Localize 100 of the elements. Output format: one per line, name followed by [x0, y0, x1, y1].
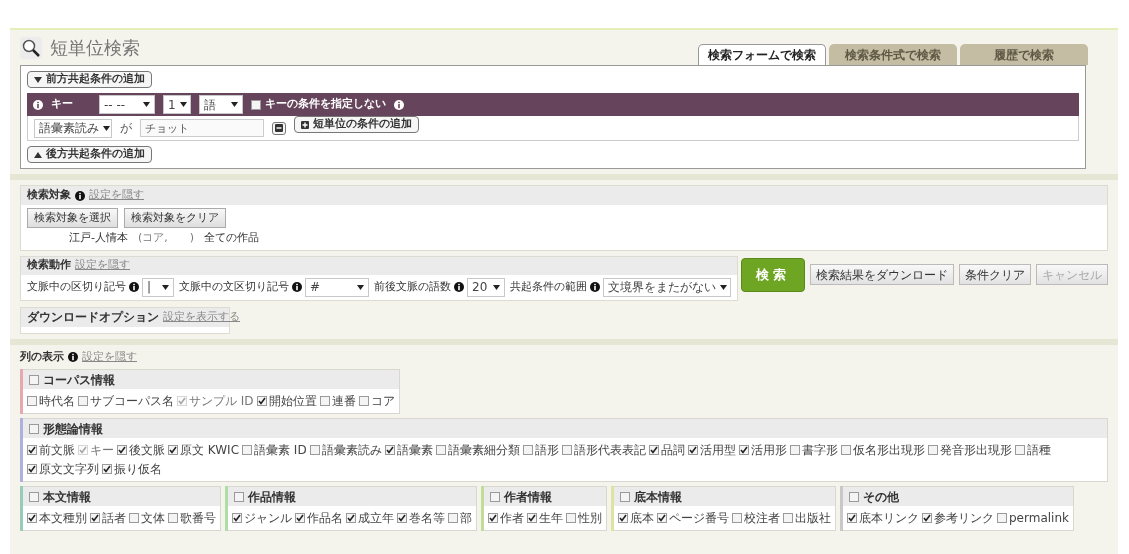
- checkbox[interactable]: [27, 445, 37, 455]
- checkbox[interactable]: [29, 491, 39, 502]
- checkbox[interactable]: [234, 491, 244, 502]
- tab[interactable]: 検索フォームで検索: [698, 44, 826, 65]
- checkbox[interactable]: [997, 513, 1007, 523]
- add-after-button[interactable]: 後方共起条件の追加: [27, 146, 152, 163]
- checkbox-label: 文体: [141, 510, 165, 527]
- checkbox[interactable]: [295, 513, 305, 523]
- add-before-button[interactable]: 前方共起条件の追加: [27, 71, 152, 88]
- add-unit-button[interactable]: 短単位の条件の追加: [294, 116, 419, 133]
- checkbox-label: 振り仮名: [114, 461, 162, 478]
- group-title: その他: [863, 488, 899, 506]
- option-label: 文脈中の区切り記号: [27, 278, 126, 295]
- range-select[interactable]: -- --: [99, 95, 155, 114]
- checkbox[interactable]: [242, 445, 253, 455]
- checkbox[interactable]: [358, 396, 369, 406]
- checkbox[interactable]: [90, 513, 100, 523]
- remove-button[interactable]: [272, 121, 286, 135]
- checkbox-label: キー: [90, 442, 114, 459]
- checkbox-label: 参考リンク: [934, 510, 994, 527]
- checkbox[interactable]: [490, 491, 500, 502]
- checkbox[interactable]: [309, 445, 320, 455]
- option-select[interactable]: #: [305, 277, 369, 297]
- checkbox[interactable]: [27, 464, 37, 474]
- checkbox[interactable]: [102, 464, 112, 474]
- section-title: ダウンロードオプション: [27, 309, 159, 326]
- checkbox[interactable]: [738, 445, 749, 455]
- checkbox[interactable]: [657, 513, 667, 523]
- option-label: 文脈中の文区切り記号: [179, 278, 289, 295]
- checkbox[interactable]: [566, 513, 576, 523]
- checkbox[interactable]: [232, 513, 242, 523]
- checkbox[interactable]: [849, 491, 859, 502]
- checkbox[interactable]: [256, 396, 267, 406]
- checkbox[interactable]: [435, 445, 446, 455]
- caret-icon: [493, 284, 500, 290]
- option-select[interactable]: |: [142, 277, 174, 297]
- checkbox[interactable]: [527, 513, 537, 523]
- checkbox-label: 発音形出現形: [939, 442, 1012, 459]
- action-button[interactable]: 検索結果をダウンロード: [810, 264, 954, 285]
- checkbox[interactable]: [319, 396, 330, 406]
- target-button[interactable]: 検索対象をクリア: [124, 208, 226, 228]
- info-icon: [394, 99, 404, 110]
- checkbox[interactable]: [488, 513, 498, 523]
- checkbox[interactable]: [922, 513, 932, 523]
- checkbox-label: 語彙素: [396, 442, 433, 459]
- checkbox-label: 後文脈: [129, 442, 165, 459]
- checkbox[interactable]: [397, 513, 407, 523]
- checkbox[interactable]: [29, 374, 39, 385]
- checkbox[interactable]: [168, 513, 178, 523]
- checkbox[interactable]: [783, 513, 793, 523]
- checkbox[interactable]: [648, 445, 659, 455]
- checkbox[interactable]: [384, 445, 395, 455]
- checkbox[interactable]: [129, 513, 139, 523]
- value-input[interactable]: チョット: [140, 119, 264, 137]
- checkbox[interactable]: [620, 491, 630, 502]
- checkbox[interactable]: [168, 445, 178, 455]
- attribute-select[interactable]: 語彙素読み: [34, 118, 112, 138]
- checkbox-label: ジャンル: [244, 510, 292, 527]
- checkbox[interactable]: [732, 513, 742, 523]
- checkbox[interactable]: [847, 513, 857, 523]
- checkbox[interactable]: [927, 445, 938, 455]
- tab[interactable]: 履歴で検索: [960, 44, 1088, 65]
- checkbox-label: 成立年: [358, 510, 394, 527]
- checkbox[interactable]: [29, 423, 39, 434]
- checkbox[interactable]: [251, 99, 261, 110]
- checkbox[interactable]: [618, 513, 628, 523]
- option-label: 共起条件の範囲: [510, 278, 587, 295]
- checkbox[interactable]: [561, 445, 572, 455]
- checkbox[interactable]: [117, 445, 127, 455]
- checkbox-label: キーの条件を指定しない: [265, 96, 386, 113]
- checkbox[interactable]: [27, 513, 37, 523]
- target-button[interactable]: 検索対象を選択: [27, 208, 118, 228]
- checkbox-label: 底本: [630, 510, 654, 527]
- checkbox-label: 性別: [578, 510, 602, 527]
- info-icon: [292, 282, 302, 292]
- checkbox[interactable]: [687, 445, 698, 455]
- option-select[interactable]: 20: [467, 277, 505, 297]
- checkbox[interactable]: [840, 445, 851, 455]
- checkbox[interactable]: [1014, 445, 1025, 455]
- checkbox-label: 語彙素細分類: [447, 442, 520, 459]
- checkbox-label: 語彙素読み: [321, 442, 382, 459]
- unit-select[interactable]: 語: [199, 95, 243, 114]
- group-title: 底本情報: [634, 488, 682, 506]
- checkbox-label: 出版社: [795, 510, 831, 527]
- checkbox[interactable]: [789, 445, 800, 455]
- tab[interactable]: 検索条件式で検索: [829, 44, 957, 65]
- count-select[interactable]: 1: [163, 95, 191, 114]
- option-select[interactable]: 文境界をまたがない: [603, 277, 731, 297]
- action-button[interactable]: 条件クリア: [959, 264, 1031, 285]
- checkbox[interactable]: [522, 445, 533, 455]
- page-title: 短単位検索: [50, 36, 140, 60]
- checkbox[interactable]: [27, 396, 37, 406]
- checkbox[interactable]: [448, 513, 458, 523]
- checkbox[interactable]: [78, 396, 88, 406]
- info-icon: [454, 282, 464, 292]
- checkbox-label: 時代名: [39, 393, 75, 410]
- checkbox-label: 歌番号: [180, 510, 216, 527]
- checkbox-label: サブコーパス名: [90, 393, 174, 410]
- option-label: 前後文脈の語数: [374, 278, 451, 295]
- checkbox[interactable]: [346, 513, 356, 523]
